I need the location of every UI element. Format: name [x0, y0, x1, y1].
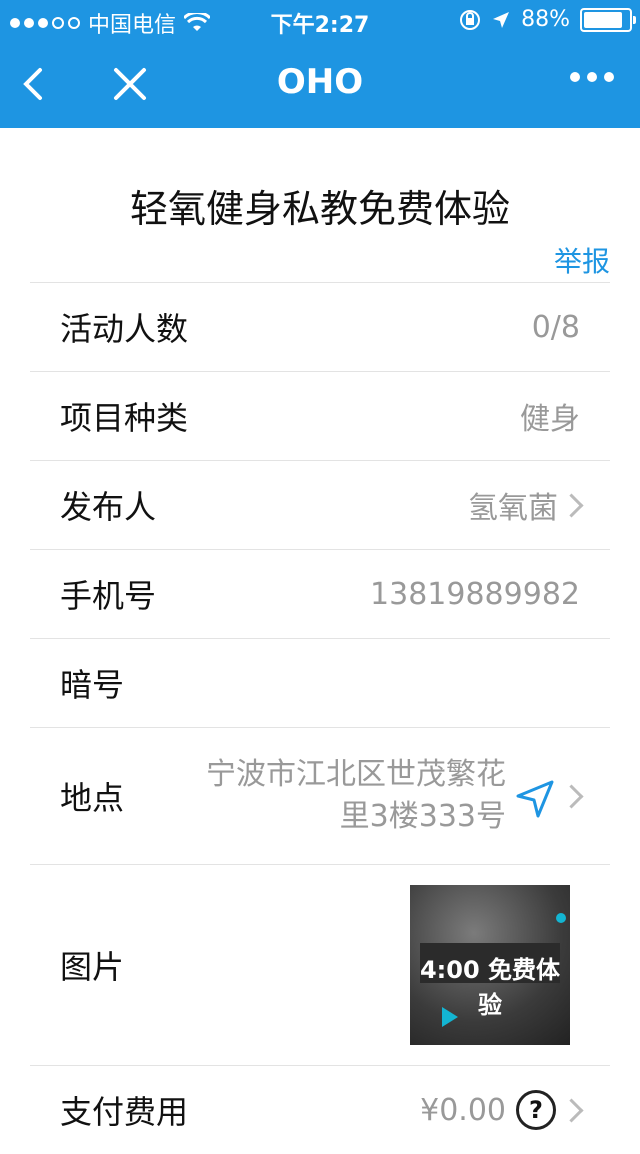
publisher-value: 氢氧菌	[468, 491, 558, 526]
phone-label: 手机号	[60, 577, 157, 615]
row-location[interactable]: 地点 宁波市江北区世茂繁花 里3楼333号	[30, 727, 610, 864]
details-list: 活动人数 0/8 项目种类 健身 发布人 氢氧菌 手机号 13819889982…	[30, 282, 610, 1154]
chevron-right-icon	[559, 492, 584, 518]
location-line-1: 宁波市江北区世茂繁花	[206, 757, 506, 792]
chevron-right-icon	[559, 783, 584, 809]
location-label: 地点	[60, 779, 125, 817]
location-line-2: 里3楼333号	[339, 799, 506, 834]
nav-title: OHO	[276, 62, 364, 102]
status-bar: 中国电信 下午2:27 88%	[0, 0, 640, 40]
location-arrow-icon	[493, 11, 510, 28]
category-value: 健身	[520, 402, 580, 437]
passcode-label: 暗号	[60, 666, 125, 704]
row-passcode: 暗号	[30, 638, 610, 727]
location-value: 宁波市江北区世茂繁花 里3楼333号	[206, 754, 506, 838]
more-icon[interactable]	[570, 72, 614, 82]
participants-value: 0/8	[531, 309, 580, 345]
row-publisher[interactable]: 发布人 氢氧菌	[30, 460, 610, 549]
row-category: 项目种类 健身	[30, 371, 610, 460]
play-icon	[442, 1007, 458, 1027]
page-title: 轻氧健身私教免费体验	[129, 187, 510, 231]
help-icon[interactable]: ?	[516, 1090, 556, 1130]
payment-label: 支付费用	[60, 1093, 189, 1131]
phone-value: 13819889982	[370, 576, 580, 612]
activity-image[interactable]: 4:00 免费体验	[410, 885, 570, 1045]
row-image: 图片 4:00 免费体验	[30, 864, 610, 1065]
publisher-label: 发布人	[60, 488, 157, 526]
chevron-right-icon	[559, 1097, 584, 1123]
rotation-lock-icon	[460, 9, 481, 30]
row-phone: 手机号 13819889982	[30, 549, 610, 638]
category-label: 项目种类	[60, 399, 189, 437]
payment-value: ¥0.00	[420, 1092, 506, 1128]
navigation-bar: OHO	[0, 40, 640, 128]
row-participants: 活动人数 0/8	[30, 282, 610, 371]
battery-percent: 88%	[521, 7, 570, 32]
participants-label: 活动人数	[60, 310, 189, 348]
image-label: 图片	[60, 948, 125, 986]
navigation-arrow-icon[interactable]	[514, 778, 556, 820]
battery-icon	[580, 7, 636, 32]
row-payment[interactable]: 支付费用 ¥0.00 ?	[30, 1065, 610, 1154]
image-caption: 4:00 免费体验	[419, 956, 561, 1019]
report-link[interactable]: 举报	[554, 240, 610, 280]
